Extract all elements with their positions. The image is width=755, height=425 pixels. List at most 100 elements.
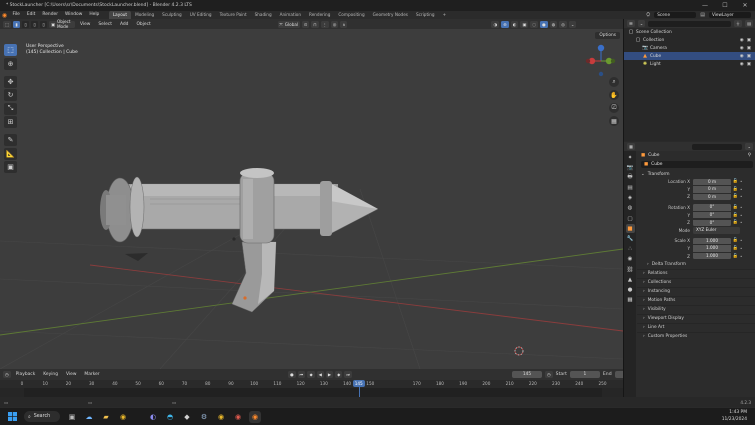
rotation-z-field[interactable]: 0° <box>693 219 731 227</box>
select-invert-icon[interactable]: ▯ <box>39 20 47 28</box>
menu-playback[interactable]: Playback <box>13 372 39 377</box>
keyframe-dot-icon[interactable]: • <box>740 246 742 251</box>
lock-icon[interactable]: 🔓 <box>731 238 740 243</box>
render-toggle-icon[interactable]: ▣ <box>747 54 751 59</box>
keyframe-dot-icon[interactable]: • <box>740 213 742 218</box>
render-toggle-icon[interactable]: ▣ <box>747 46 751 51</box>
transform-panel-header[interactable]: ⌄ Transform <box>637 170 755 178</box>
camera-view-icon[interactable]: ⎚ <box>609 103 619 113</box>
panel-motion-paths[interactable]: › Motion Paths <box>637 295 755 305</box>
panel-collections[interactable]: › Collections <box>637 277 755 287</box>
tab-geometry-nodes[interactable]: Geometry Nodes <box>369 11 412 19</box>
add-cube-tool-icon[interactable]: ▣ <box>4 161 17 173</box>
xray-toggle-icon[interactable]: ▣ <box>520 20 529 28</box>
tab-modeling[interactable]: Modeling <box>131 11 158 19</box>
3d-cursor[interactable] <box>514 346 524 356</box>
scene-selector[interactable]: Scene <box>654 12 697 18</box>
pin-icon[interactable]: ⚲ <box>748 153 751 158</box>
zoom-icon[interactable]: ⌕ <box>609 77 619 87</box>
keyframe-dot-icon[interactable]: • <box>740 220 742 225</box>
transform-tool-icon[interactable]: ⊞ <box>4 116 17 128</box>
collection-tab-icon[interactable]: ▢ <box>626 214 635 223</box>
filter-icon[interactable]: ⏚ <box>733 20 743 27</box>
tab-shading[interactable]: Shading <box>251 11 276 19</box>
annotate-tool-icon[interactable]: ✎ <box>4 134 17 146</box>
menu-window[interactable]: Window <box>62 11 86 19</box>
outliner-search-input[interactable] <box>648 20 731 27</box>
lock-icon[interactable]: 🔓 <box>731 187 740 192</box>
display-mode-icon[interactable]: ⌄ <box>637 20 646 27</box>
scale-y-field[interactable]: 1.000 <box>693 245 731 252</box>
tab-uv-editing[interactable]: UV Editing <box>186 11 216 19</box>
rotation-y-field[interactable]: 0° <box>693 211 731 219</box>
outliner-editor-type-icon[interactable]: ☰ <box>627 20 635 27</box>
outliner-row[interactable]: ▲ Cube ◉ ▣ <box>624 52 755 60</box>
select-extend-icon[interactable]: ▯ <box>21 20 29 28</box>
eye-icon[interactable]: ◉ <box>740 54 744 59</box>
location-z-field[interactable]: 0 m <box>693 193 731 201</box>
scale-x-field[interactable]: 1.000 <box>693 237 731 245</box>
file-explorer-icon[interactable]: ▰ <box>100 411 112 423</box>
world-tab-icon[interactable]: ◍ <box>626 204 635 213</box>
new-collection-icon[interactable]: ▤ <box>745 20 753 27</box>
pan-hand-icon[interactable]: ✋ <box>609 90 619 100</box>
lock-icon[interactable]: 🔓 <box>731 205 740 210</box>
panel-line-art[interactable]: › Line Art <box>637 322 755 332</box>
tab-rendering[interactable]: Rendering <box>305 11 334 19</box>
task-view-icon[interactable]: ▣ <box>66 411 78 423</box>
jump-end-icon[interactable]: ⏭ <box>344 371 353 378</box>
render-tab-icon[interactable]: 📷 <box>626 163 635 172</box>
play-icon[interactable]: ▶ <box>325 371 334 378</box>
widgets-icon[interactable]: ☁ <box>83 411 95 423</box>
menu-marker[interactable]: Marker <box>81 372 102 377</box>
chrome-alt-icon[interactable]: ◉ <box>215 411 227 423</box>
maximize-button[interactable]: ☐ <box>715 2 735 9</box>
cursor-tool-icon[interactable]: ⊕ <box>4 57 17 70</box>
tab-sculpting[interactable]: Sculpting <box>158 11 186 19</box>
scale-tool-icon[interactable]: ⤡ <box>4 102 17 115</box>
panel-visibility[interactable]: › Visibility <box>637 304 755 314</box>
scale-z-field[interactable]: 1.000 <box>693 252 731 260</box>
lock-icon[interactable]: 🔓 <box>731 220 740 225</box>
lock-icon[interactable]: 🔓 <box>731 213 740 218</box>
menu-keying[interactable]: Keying <box>40 372 61 377</box>
rotation-x-field[interactable]: 0° <box>693 204 731 211</box>
location-y-field[interactable]: 0 m <box>693 186 731 193</box>
keyframe-dot-icon[interactable]: • <box>740 179 742 184</box>
tab-animation[interactable]: Animation <box>276 11 305 19</box>
render-toggle-icon[interactable]: ▣ <box>747 62 751 67</box>
start-frame-field[interactable]: 1 <box>569 371 600 378</box>
keyframe-dot-icon[interactable]: • <box>740 205 742 210</box>
snap-target-icon[interactable]: ⋮ <box>320 20 329 28</box>
modifier-tab-icon[interactable]: 🔧 <box>626 235 635 244</box>
rotate-tool-icon[interactable]: ↻ <box>4 89 17 101</box>
outliner-row[interactable]: ✺ Light ◉ ▣ <box>624 60 755 68</box>
object-visibility-icon[interactable]: ◑ <box>491 20 500 28</box>
keyframe-dot-icon[interactable]: • <box>740 187 742 192</box>
shading-material-icon[interactable]: ◍ <box>549 20 558 28</box>
settings-gear-icon[interactable]: ⚙ <box>198 411 210 423</box>
perspective-toggle-icon[interactable]: ▦ <box>609 116 619 126</box>
lock-icon[interactable]: 🔓 <box>731 179 740 184</box>
pivot-point-icon[interactable]: ⊙ <box>301 20 310 28</box>
properties-options-icon[interactable]: ⌄ <box>745 143 753 150</box>
mode-selector[interactable]: ▣ Object Mode <box>48 19 75 29</box>
snap-icon[interactable]: ⊓ <box>311 20 319 28</box>
timeline-editor-type-icon[interactable]: ◷ <box>3 371 11 378</box>
scene-tab-icon[interactable]: ◈ <box>626 194 635 203</box>
location-x-field[interactable]: 0 m <box>693 178 731 186</box>
app-c-icon[interactable]: ◐ <box>147 411 159 423</box>
eye-icon[interactable]: ◉ <box>740 38 744 43</box>
preview-range-icon[interactable]: ◷ <box>545 371 553 378</box>
current-frame-indicator[interactable]: 145 <box>352 380 365 387</box>
editor-type-icon[interactable]: ⬚ <box>3 20 11 28</box>
keyframe-dot-icon[interactable]: • <box>740 238 742 243</box>
physics-tab-icon[interactable]: ◉ <box>626 255 635 264</box>
menu-help[interactable]: Help <box>86 11 103 19</box>
shading-options-icon[interactable]: ⌄ <box>568 20 577 28</box>
eye-icon[interactable]: ◉ <box>740 46 744 51</box>
view-layer-tab-icon[interactable]: ▤ <box>626 184 635 193</box>
material-tab-icon[interactable]: ● <box>626 285 635 294</box>
chrome-icon[interactable]: ◉ <box>117 411 129 423</box>
object-name-field[interactable]: ■ Cube <box>641 161 753 168</box>
